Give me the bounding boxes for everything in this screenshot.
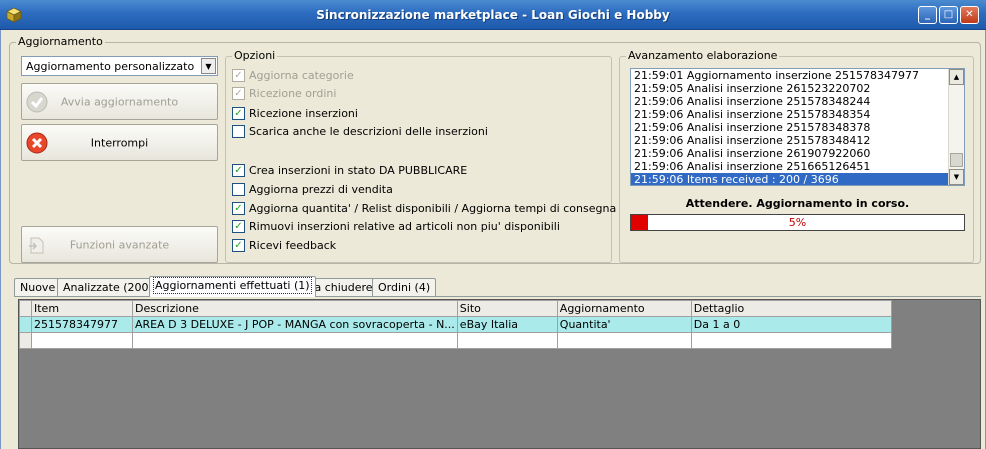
checkbox-label: Ricezione ordini: [249, 87, 337, 100]
maximize-button[interactable]: □: [939, 6, 958, 24]
table-cell[interactable]: 251578347977: [31, 316, 133, 333]
column-header[interactable]: Dettaglio: [690, 300, 892, 317]
table-cell[interactable]: eBay Italia: [456, 316, 558, 333]
table-row-empty[interactable]: [19, 332, 892, 349]
table-cell[interactable]: AREA D 3 DELUXE - J POP - MANGA con sovr…: [132, 316, 458, 333]
table-cell[interactable]: [556, 332, 692, 349]
log-line[interactable]: 21:59:01 Aggiornamento inserzione 251578…: [631, 69, 964, 82]
log-scrollbar[interactable]: ▲ ▼: [948, 69, 964, 185]
aggiornamento-group-label: Aggiornamento: [16, 35, 105, 48]
tab-aggiornamenti-effettuati[interactable]: Aggiornamenti effettuati (1): [149, 276, 316, 297]
avvia-aggiornamento-label: Avvia aggiornamento: [60, 95, 179, 108]
tab-label: Analizzate (200): [63, 281, 153, 294]
funzioni-avanzate-button[interactable]: Funzioni avanzate: [21, 226, 218, 263]
scroll-up-icon[interactable]: ▲: [949, 69, 964, 85]
chevron-down-icon[interactable]: ▼: [201, 58, 216, 74]
minimize-button[interactable]: _: [918, 6, 937, 24]
column-header[interactable]: Descrizione: [132, 300, 458, 317]
interrompi-label: Interrompi: [90, 136, 149, 149]
log-line[interactable]: 21:59:06 Analisi inserzione 251578348244: [631, 95, 964, 108]
tab-ordini[interactable]: Ordini (4): [372, 278, 437, 296]
progress-log-list[interactable]: 21:59:01 Aggiornamento inserzione 251578…: [630, 68, 965, 186]
column-header[interactable]: Item: [31, 300, 133, 317]
log-line[interactable]: 21:59:06 Analisi inserzione 251578348354: [631, 108, 964, 121]
checkbox-check-icon: ✓: [232, 202, 245, 215]
log-line-selected[interactable]: 21:59:06 Items received : 200 / 3696: [631, 173, 964, 185]
checkbox-check-icon: ✓: [232, 239, 245, 252]
title-bar[interactable]: Sincronizzazione marketplace - Loan Gioc…: [0, 0, 986, 30]
status-message: Attendere. Aggiornamento in corso.: [685, 197, 910, 210]
funzioni-avanzate-label: Funzioni avanzate: [69, 238, 170, 251]
checkbox-label: Crea inserzioni in stato DA PUBBLICARE: [249, 164, 468, 177]
opzioni-group-label: Opzioni: [232, 49, 278, 62]
tab-nuove[interactable]: Nuove: [14, 278, 62, 296]
table-cell[interactable]: [31, 332, 133, 349]
checkbox-check-icon: ✓: [232, 107, 245, 120]
table-cell[interactable]: Da 1 a 0: [690, 316, 892, 333]
tab-analizzate[interactable]: Analizzate (200): [57, 278, 159, 296]
tab-label: Da chiudere: [306, 281, 373, 294]
checkbox-label: Scarica anche le descrizioni delle inser…: [249, 125, 488, 138]
table-row[interactable]: 251578347977 AREA D 3 DELUXE - J POP - M…: [19, 316, 892, 333]
log-line[interactable]: 21:59:05 Analisi inserzione 261523220702: [631, 82, 964, 95]
avanzamento-group-label: Avanzamento elaborazione: [626, 49, 780, 62]
log-line[interactable]: 21:59:06 Analisi inserzione 251578348412: [631, 134, 964, 147]
table-cell[interactable]: [132, 332, 458, 349]
log-line[interactable]: 21:59:06 Analisi inserzione 251665126451: [631, 160, 964, 173]
row-header[interactable]: [19, 316, 32, 333]
grid-area: Item Descrizione Sito Aggiornamento Dett…: [18, 299, 981, 449]
checkbox-label: Rimuovi inserzioni relative ad articoli …: [249, 220, 560, 233]
window-body: Aggiornamento Aggiornamento personalizza…: [0, 30, 986, 449]
column-header[interactable]: Sito: [456, 300, 558, 317]
tab-label: Aggiornamenti effettuati (1): [153, 277, 312, 294]
checkbox-check-icon: ✓: [232, 164, 245, 177]
checkbox-check-icon: ✓: [232, 220, 245, 233]
interrompi-button[interactable]: Interrompi: [21, 124, 218, 161]
row-header-corner: [19, 300, 32, 317]
scroll-thumb[interactable]: [950, 153, 963, 167]
checkbox-label: Aggiorna quantita' / Relist disponibili …: [249, 202, 617, 215]
checkbox-empty-icon: [232, 125, 245, 138]
checkbox-empty-icon: [232, 183, 245, 196]
log-line[interactable]: 21:59:06 Analisi inserzione 261907922060: [631, 147, 964, 160]
checkbox-label: Aggiorna categorie: [249, 69, 354, 82]
column-header[interactable]: Aggiornamento: [556, 300, 692, 317]
table-cell[interactable]: Quantita': [556, 316, 692, 333]
avvia-aggiornamento-button[interactable]: Avvia aggiornamento: [21, 83, 218, 120]
table-cell[interactable]: [690, 332, 892, 349]
progress-bar: 5%: [630, 214, 965, 231]
row-header[interactable]: [19, 332, 32, 349]
window-title: Sincronizzazione marketplace - Loan Gioc…: [316, 8, 670, 22]
tab-label: Ordini (4): [378, 281, 431, 294]
table-cell[interactable]: [456, 332, 558, 349]
log-line[interactable]: 21:59:06 Analisi inserzione 251578348378: [631, 121, 964, 134]
progress-percent: 5%: [788, 216, 807, 229]
close-button[interactable]: ✕: [960, 6, 979, 24]
checkbox-check-icon: ✓: [232, 87, 245, 100]
updates-table: Item Descrizione Sito Aggiornamento Dett…: [19, 300, 892, 349]
checkbox-label: Ricezione inserzioni: [249, 107, 358, 120]
tab-label: Nuove: [20, 281, 56, 294]
checkbox-label: Aggiorna prezzi di vendita: [249, 183, 393, 196]
checkbox-label: Ricevi feedback: [249, 239, 337, 252]
table-header-row: Item Descrizione Sito Aggiornamento Dett…: [19, 300, 892, 317]
update-mode-select[interactable]: Aggiornamento personalizzato ▼: [21, 56, 218, 76]
checkbox-check-icon: ✓: [232, 69, 245, 82]
scroll-down-icon[interactable]: ▼: [949, 169, 964, 185]
update-mode-value: Aggiornamento personalizzato: [26, 60, 195, 73]
